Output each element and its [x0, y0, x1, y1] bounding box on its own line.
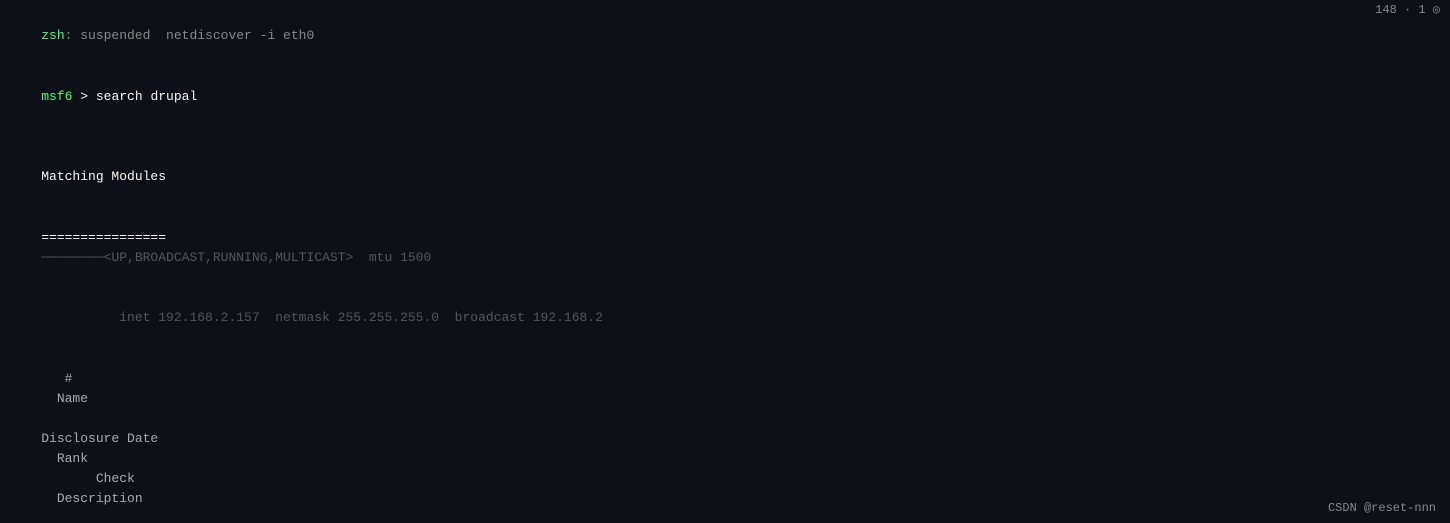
sep-filler: ────────<UP,BROADCAST,RUNNING,MULTICAST>… — [41, 250, 431, 265]
matching-modules-label: Matching Modules — [10, 147, 1440, 207]
msf-prompt-1: msf6 — [41, 89, 72, 104]
zsh-suspended-line: zsh: suspended netdiscover -i eth0 — [10, 6, 1440, 66]
network-line-1: inet 192.168.2.157 netmask 255.255.255.0… — [10, 288, 1440, 348]
watermark: CSDN @reset-nnn — [1328, 501, 1436, 515]
col-disc: Disclosure Date — [41, 431, 158, 446]
status-bar: 148 · 1 ◎ — [1365, 0, 1450, 19]
header-net — [41, 411, 509, 426]
search-command-line: msf6 > search drupal — [10, 66, 1440, 126]
prompt-symbol-1: > — [72, 89, 95, 104]
zsh-label: zsh — [41, 28, 64, 43]
col-num: # — [41, 371, 72, 386]
separator-text: ================ — [41, 230, 166, 245]
terminal: 148 · 1 ◎ zsh: suspended netdiscover -i … — [0, 0, 1450, 523]
search-command: search drupal — [96, 89, 197, 104]
matching-separator: ================ ────────<UP,BROADCAST,R… — [10, 207, 1440, 288]
table-header-row: # Name Disclosure Date Rank Check Descri… — [10, 348, 1440, 523]
col-desc: Description — [41, 491, 142, 506]
col-name: Name — [41, 391, 88, 406]
status-text: 148 · 1 ◎ — [1375, 3, 1440, 17]
colon: : suspended netdiscover -i eth0 — [65, 28, 315, 43]
watermark-text: CSDN @reset-nnn — [1328, 501, 1436, 515]
network-text-1: inet 192.168.2.157 netmask 255.255.255.0… — [41, 310, 603, 325]
col-rank: Rank — [41, 451, 88, 466]
blank-line-1 — [10, 127, 1440, 147]
col-check: Check — [41, 471, 135, 486]
matching-text: Matching Modules — [41, 169, 166, 184]
